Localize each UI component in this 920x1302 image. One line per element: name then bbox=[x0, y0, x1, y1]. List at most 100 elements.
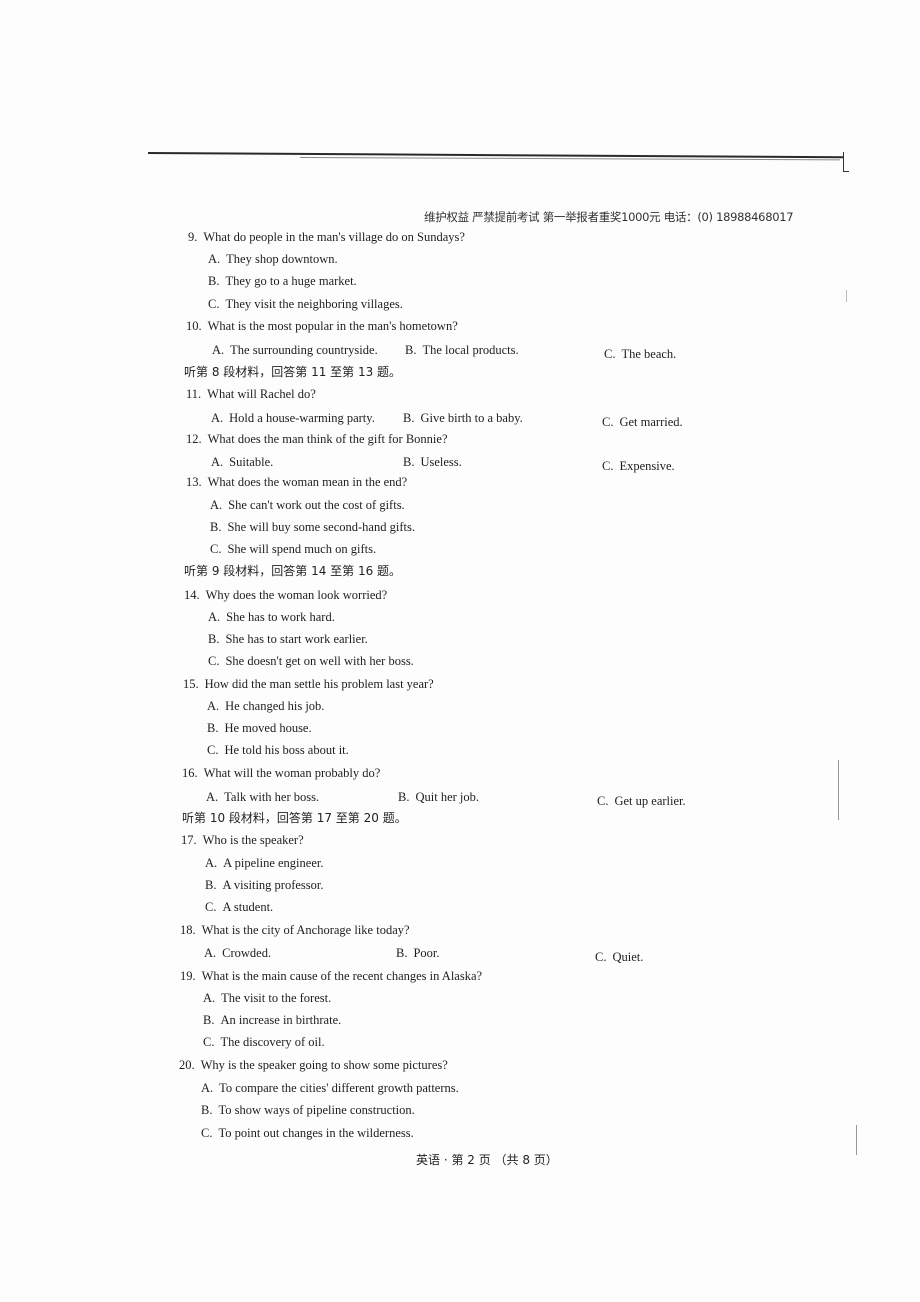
option-text: Poor. bbox=[413, 946, 440, 960]
answer-option[interactable]: B. An increase in birthrate. bbox=[203, 1012, 341, 1028]
option-letter: B. bbox=[403, 411, 415, 425]
option-letter: C. bbox=[207, 743, 219, 757]
answer-option[interactable]: C. Get married. bbox=[602, 414, 683, 430]
answer-option[interactable]: C. The discovery of oil. bbox=[203, 1034, 325, 1050]
header-rule-corner bbox=[843, 152, 844, 172]
answer-option[interactable]: B. Give birth to a baby. bbox=[403, 410, 523, 426]
option-text: She will spend much on gifts. bbox=[227, 542, 377, 556]
answer-option[interactable]: A. The visit to the forest. bbox=[203, 990, 331, 1006]
answer-option[interactable]: A. They shop downtown. bbox=[208, 251, 338, 267]
option-text: To compare the cities' different growth … bbox=[219, 1081, 459, 1095]
question-text: What do people in the man's village do o… bbox=[203, 230, 465, 244]
answer-option[interactable]: C. A student. bbox=[205, 899, 273, 915]
option-text: Crowded. bbox=[222, 946, 272, 960]
option-text: Get married. bbox=[619, 415, 683, 429]
answer-option[interactable]: A. He changed his job. bbox=[207, 698, 324, 714]
option-letter: B. bbox=[403, 455, 415, 469]
option-letter: B. bbox=[405, 343, 417, 357]
answer-option[interactable]: A. Crowded. bbox=[204, 945, 271, 961]
answer-option[interactable]: C. She will spend much on gifts. bbox=[210, 541, 376, 557]
question-text: Why is the speaker going to show some pi… bbox=[200, 1058, 448, 1072]
answer-option[interactable]: A. Suitable. bbox=[211, 454, 273, 470]
answer-option[interactable]: B. To show ways of pipeline construction. bbox=[201, 1102, 415, 1118]
section-instruction: 听第 10 段材料，回答第 17 至第 20 题。 bbox=[182, 811, 407, 825]
option-letter: A. bbox=[211, 411, 224, 425]
option-text: Expensive. bbox=[619, 459, 675, 473]
option-letter: B. bbox=[203, 1013, 215, 1027]
option-text: Get up earlier. bbox=[614, 794, 686, 808]
answer-option[interactable]: A. She can't work out the cost of gifts. bbox=[210, 497, 405, 513]
option-letter: A. bbox=[205, 856, 218, 870]
header-rule-corner-tick bbox=[843, 171, 849, 172]
scan-mark bbox=[846, 290, 847, 302]
answer-option[interactable]: C. The beach. bbox=[604, 346, 676, 362]
answer-option[interactable]: B. He moved house. bbox=[207, 720, 312, 736]
answer-option[interactable]: C. Expensive. bbox=[602, 458, 675, 474]
option-text: Hold a house-warming party. bbox=[229, 411, 375, 425]
option-letter: A. bbox=[210, 498, 223, 512]
option-text: He changed his job. bbox=[225, 699, 325, 713]
option-text: To show ways of pipeline construction. bbox=[218, 1103, 415, 1117]
answer-option[interactable]: C. To point out changes in the wilderness… bbox=[201, 1125, 414, 1141]
option-letter: A. bbox=[211, 455, 224, 469]
option-letter: C. bbox=[201, 1126, 213, 1140]
option-letter: C. bbox=[208, 654, 220, 668]
answer-option[interactable]: A. She has to work hard. bbox=[208, 609, 335, 625]
option-text: The surrounding countryside. bbox=[230, 343, 378, 357]
option-text: She doesn't get on well with her boss. bbox=[225, 654, 414, 668]
option-text: The local products. bbox=[422, 343, 519, 357]
answer-option[interactable]: A. Hold a house-warming party. bbox=[211, 410, 375, 426]
option-letter: A. bbox=[204, 946, 217, 960]
section-instruction: 听第 9 段材料，回答第 14 至第 16 题。 bbox=[184, 564, 402, 578]
answer-option[interactable]: B. They go to a huge market. bbox=[208, 273, 357, 289]
option-text: To point out changes in the wilderness. bbox=[218, 1126, 414, 1140]
answer-option[interactable]: B. Poor. bbox=[396, 945, 440, 961]
answer-option[interactable]: C. He told his boss about it. bbox=[207, 742, 349, 758]
option-letter: C. bbox=[602, 415, 614, 429]
answer-option[interactable]: C. Get up earlier. bbox=[597, 793, 686, 809]
question-text: How did the man settle his problem last … bbox=[204, 677, 434, 691]
option-letter: A. bbox=[203, 991, 216, 1005]
question-stem: 15. How did the man settle his problem la… bbox=[183, 676, 434, 692]
option-text: He moved house. bbox=[224, 721, 312, 735]
question-stem: 11. What will Rachel do? bbox=[186, 386, 316, 402]
answer-option[interactable]: C. She doesn't get on well with her boss. bbox=[208, 653, 414, 669]
question-text: What does the woman mean in the end? bbox=[207, 475, 408, 489]
question-number: 12. bbox=[186, 432, 202, 446]
question-number: 10. bbox=[186, 319, 202, 333]
option-letter: A. bbox=[207, 699, 220, 713]
option-text: Useless. bbox=[420, 455, 462, 469]
option-text: He told his boss about it. bbox=[224, 743, 349, 757]
question-number: 9. bbox=[188, 230, 198, 244]
answer-option[interactable]: A. To compare the cities' different growt… bbox=[201, 1080, 459, 1096]
question-text: What is the city of Anchorage like today… bbox=[201, 923, 410, 937]
option-text: Quiet. bbox=[612, 950, 644, 964]
scan-mark bbox=[838, 760, 839, 820]
answer-option[interactable]: C. They visit the neighboring villages. bbox=[208, 296, 403, 312]
answer-option[interactable]: A. Talk with her boss. bbox=[206, 789, 319, 805]
question-number: 20. bbox=[179, 1058, 195, 1072]
question-stem: 14. Why does the woman look worried? bbox=[184, 587, 387, 603]
answer-option[interactable]: A. The surrounding countryside. bbox=[212, 342, 378, 358]
option-letter: C. bbox=[210, 542, 222, 556]
answer-option[interactable]: B. She has to start work earlier. bbox=[208, 631, 368, 647]
option-letter: A. bbox=[208, 252, 221, 266]
question-number: 17. bbox=[181, 833, 197, 847]
scan-mark bbox=[856, 1125, 857, 1155]
answer-option[interactable]: B. A visiting professor. bbox=[205, 877, 324, 893]
answer-option[interactable]: B. She will buy some second-hand gifts. bbox=[210, 519, 415, 535]
question-stem: 19. What is the main cause of the recent … bbox=[180, 968, 482, 984]
option-letter: B. bbox=[208, 274, 220, 288]
question-text: Why does the woman look worried? bbox=[205, 588, 388, 602]
answer-option[interactable]: B. Quit her job. bbox=[398, 789, 479, 805]
option-letter: B. bbox=[396, 946, 408, 960]
option-text: Talk with her boss. bbox=[224, 790, 320, 804]
answer-option[interactable]: A. A pipeline engineer. bbox=[205, 855, 323, 871]
answer-option[interactable]: B. Useless. bbox=[403, 454, 462, 470]
option-text: Suitable. bbox=[229, 455, 274, 469]
answer-option[interactable]: C. Quiet. bbox=[595, 949, 643, 965]
question-number: 11. bbox=[186, 387, 202, 401]
answer-option[interactable]: B. The local products. bbox=[405, 342, 519, 358]
question-number: 16. bbox=[182, 766, 198, 780]
option-letter: A. bbox=[212, 343, 225, 357]
